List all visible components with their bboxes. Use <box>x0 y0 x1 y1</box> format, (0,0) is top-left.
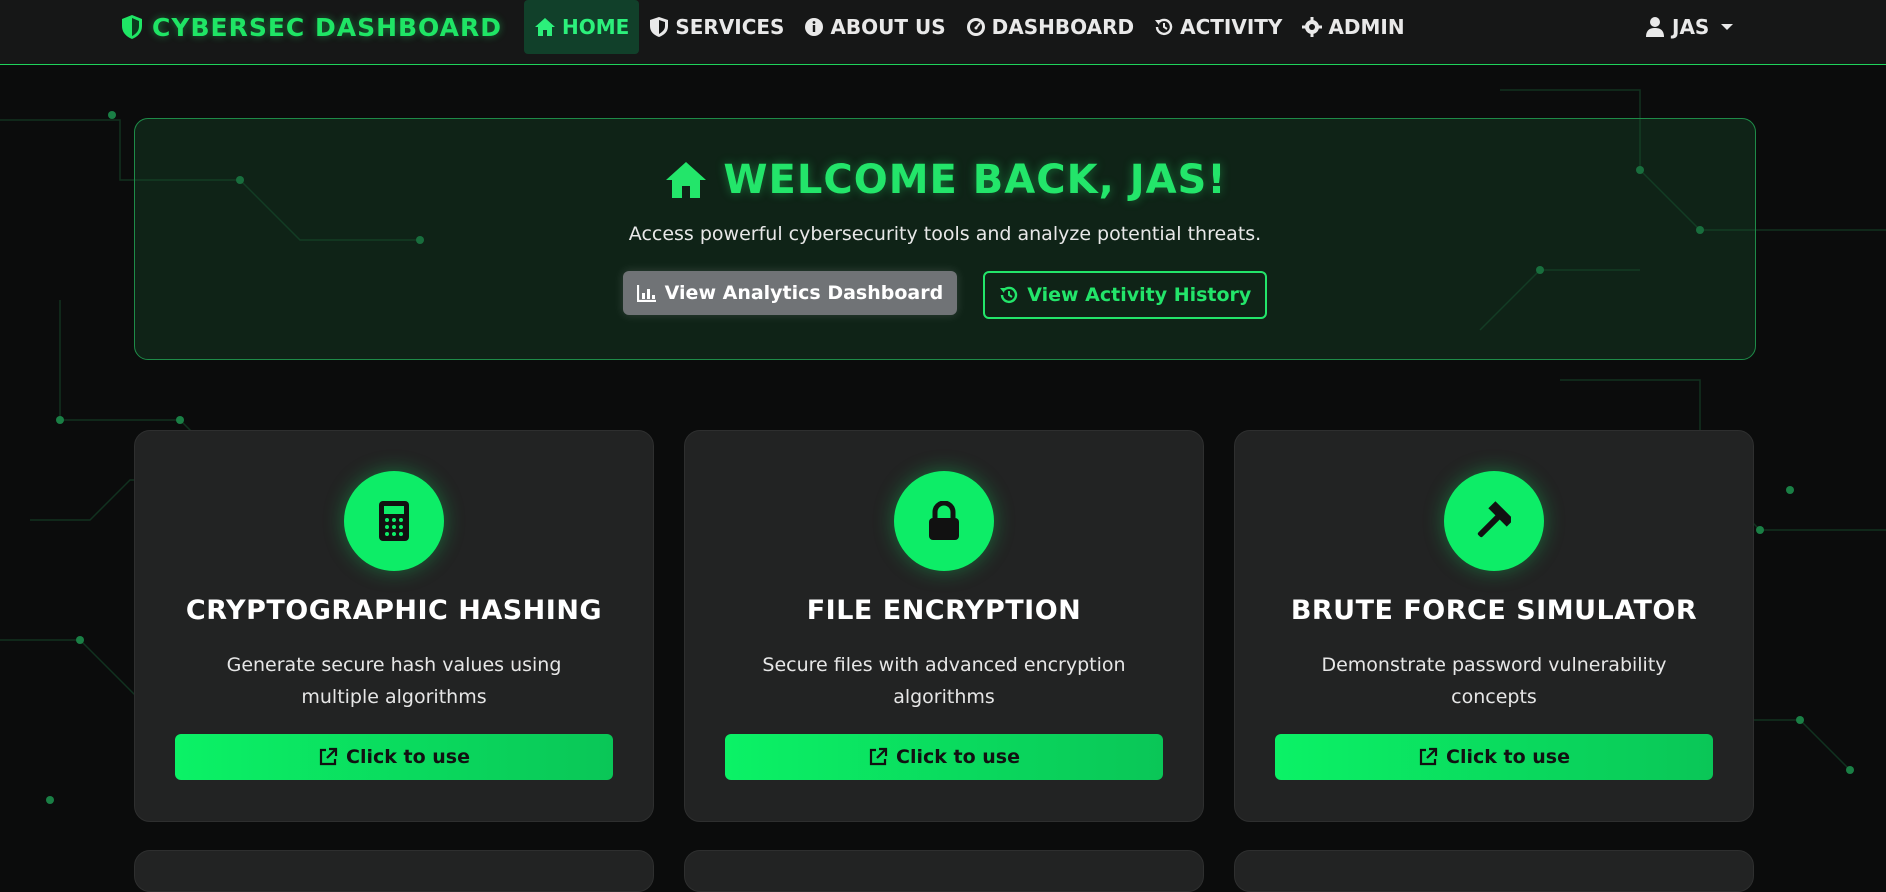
history-icon <box>1000 286 1018 304</box>
top-navbar: CYBERSEC DASHBOARD HOME SERVICES ABOUT U… <box>0 0 1886 65</box>
nav-label-home: HOME <box>562 15 630 39</box>
view-analytics-button[interactable]: View Analytics Dashboard <box>622 271 958 315</box>
username: JAS <box>1672 15 1710 39</box>
nav-item-admin[interactable]: ADMIN <box>1292 0 1414 54</box>
hammer-icon <box>1444 471 1544 571</box>
external-link-icon <box>319 747 338 766</box>
hero-actions: View Analytics Dashboard View Activity H… <box>135 271 1755 319</box>
shield-icon <box>122 15 142 39</box>
tool-card-brute-force: BRUTE FORCE SIMULATOR Demonstrate passwo… <box>1234 430 1754 822</box>
welcome-subtitle: Access powerful cybersecurity tools and … <box>628 223 1262 245</box>
info-icon <box>805 18 824 36</box>
view-activity-button[interactable]: View Activity History <box>983 271 1268 319</box>
tool-card-encryption: FILE ENCRYPTION Secure files with advanc… <box>684 430 1204 822</box>
chevron-down-icon <box>1721 24 1734 30</box>
tool-card-next-row <box>134 850 654 892</box>
click-to-use-button[interactable]: Click to use <box>725 734 1163 780</box>
shield-icon <box>650 17 669 37</box>
home-icon <box>666 162 707 198</box>
brand-text: CYBERSEC DASHBOARD <box>152 12 502 42</box>
nav-label-admin: ADMIN <box>1328 15 1405 39</box>
card-description: Secure files with advanced encryption al… <box>762 654 1126 708</box>
external-link-icon <box>1419 747 1438 766</box>
welcome-banner: WELCOME BACK, JAS! Access powerful cyber… <box>134 118 1756 360</box>
gear-icon <box>1302 17 1323 37</box>
card-description: Demonstrate password vulnerability conce… <box>1321 654 1667 708</box>
view-activity-label: View Activity History <box>1027 284 1252 306</box>
tool-card-next-row <box>684 850 1204 892</box>
tool-card-next-row <box>1234 850 1754 892</box>
home-icon <box>535 18 555 36</box>
user-menu-dropdown[interactable]: JAS <box>1646 12 1734 42</box>
brand-logo[interactable]: CYBERSEC DASHBOARD <box>120 12 502 42</box>
click-to-use-button[interactable]: Click to use <box>1275 734 1713 780</box>
history-icon <box>1155 18 1173 36</box>
click-to-use-label: Click to use <box>1446 746 1570 768</box>
nav-label-activity: ACTIVITY <box>1180 15 1283 39</box>
welcome-title: WELCOME BACK, JAS! <box>135 157 1755 203</box>
click-to-use-button[interactable]: Click to use <box>175 734 613 780</box>
calculator-icon <box>344 471 444 571</box>
card-description: Generate secure hash values using multip… <box>226 654 562 708</box>
card-title: CRYPTOGRAPHIC HASHING <box>185 595 603 626</box>
nav-label-about: ABOUT US <box>830 15 946 39</box>
nav-item-dashboard[interactable]: DASHBOARD <box>956 0 1144 54</box>
gauge-icon <box>966 18 985 36</box>
chart-area-icon <box>636 285 656 302</box>
card-title: FILE ENCRYPTION <box>806 595 1082 626</box>
nav-item-home[interactable]: HOME <box>524 0 640 54</box>
view-analytics-label: View Analytics Dashboard <box>664 282 944 304</box>
nav-item-about[interactable]: ABOUT US <box>794 0 955 54</box>
click-to-use-label: Click to use <box>346 746 470 768</box>
click-to-use-label: Click to use <box>896 746 1020 768</box>
nav-label-dashboard: DASHBOARD <box>991 15 1135 39</box>
nav-menu: HOME SERVICES ABOUT US DASHBOARD ACTIVIT… <box>524 0 1415 54</box>
external-link-icon <box>869 747 888 766</box>
welcome-title-text: WELCOME BACK, JAS! <box>723 157 1227 203</box>
lock-icon <box>894 471 994 571</box>
nav-item-services[interactable]: SERVICES <box>639 0 794 54</box>
nav-item-activity[interactable]: ACTIVITY <box>1144 0 1292 54</box>
user-icon <box>1646 17 1664 37</box>
tool-card-hashing: CRYPTOGRAPHIC HASHING Generate secure ha… <box>134 430 654 822</box>
card-title: BRUTE FORCE SIMULATOR <box>1290 595 1698 626</box>
nav-label-services: SERVICES <box>675 15 785 39</box>
